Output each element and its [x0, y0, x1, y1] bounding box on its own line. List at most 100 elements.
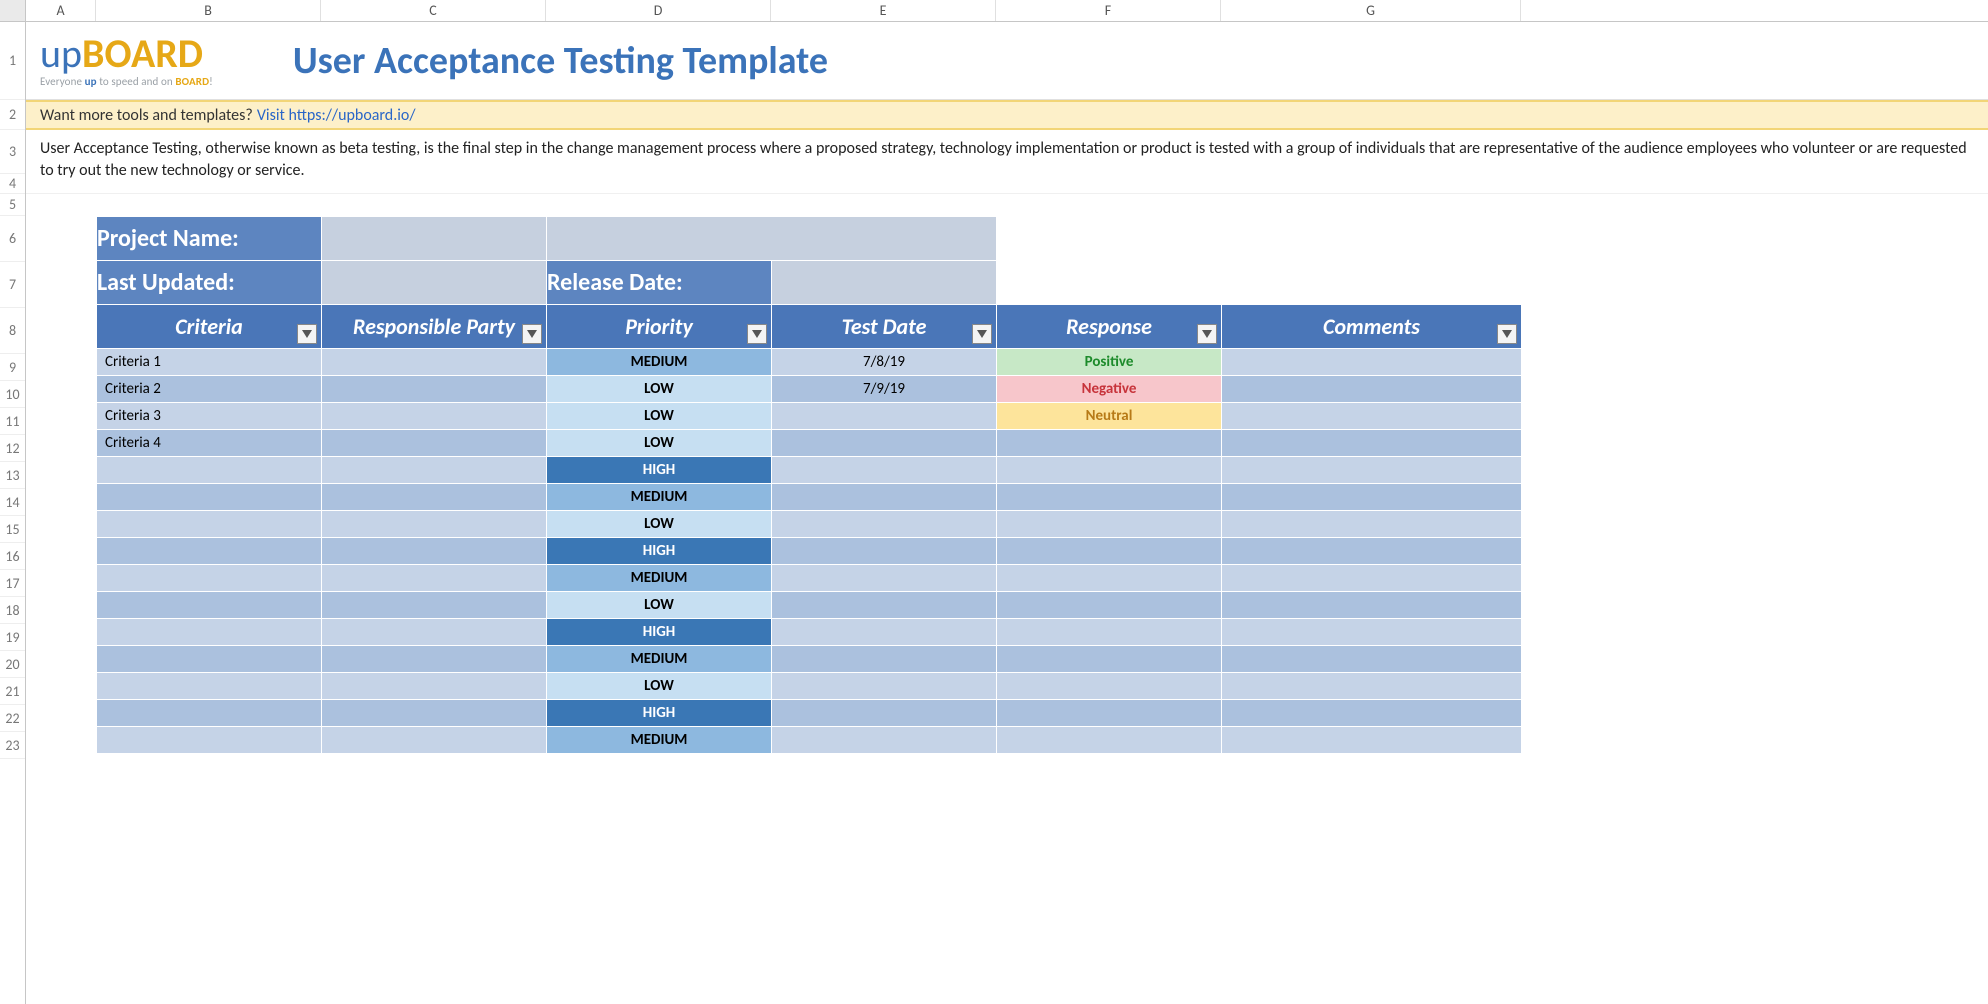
cell[interactable] — [322, 511, 547, 538]
row-header[interactable]: 16 — [0, 543, 25, 570]
filter-icon[interactable] — [522, 324, 542, 344]
row-header[interactable]: 14 — [0, 489, 25, 516]
priority-cell[interactable]: LOW — [547, 673, 772, 700]
cell[interactable] — [97, 565, 322, 592]
cell[interactable] — [97, 457, 322, 484]
th-testdate[interactable]: Test Date — [772, 305, 997, 349]
cell[interactable] — [772, 619, 997, 646]
response-cell[interactable] — [997, 700, 1222, 727]
cell[interactable]: 7/9/19 — [772, 376, 997, 403]
release-date-value[interactable] — [772, 261, 997, 305]
cell[interactable] — [1222, 619, 1522, 646]
row-header[interactable]: 21 — [0, 678, 25, 705]
col-header-C[interactable]: C — [321, 0, 546, 21]
cell[interactable] — [322, 619, 547, 646]
cell[interactable] — [1222, 430, 1522, 457]
cell[interactable] — [772, 538, 997, 565]
filter-icon[interactable] — [972, 324, 992, 344]
th-comments[interactable]: Comments — [1222, 305, 1522, 349]
response-cell[interactable] — [997, 727, 1222, 754]
th-criteria[interactable]: Criteria — [97, 305, 322, 349]
cell[interactable] — [322, 727, 547, 754]
response-cell[interactable] — [997, 484, 1222, 511]
filter-icon[interactable] — [297, 324, 317, 344]
cell[interactable] — [97, 484, 322, 511]
cell[interactable] — [322, 457, 547, 484]
cell[interactable] — [1222, 484, 1522, 511]
th-priority[interactable]: Priority — [547, 305, 772, 349]
response-cell[interactable] — [997, 673, 1222, 700]
response-cell[interactable] — [997, 646, 1222, 673]
col-header-B[interactable]: B — [96, 0, 321, 21]
row-header[interactable]: 15 — [0, 516, 25, 543]
cell[interactable] — [1222, 511, 1522, 538]
row-header[interactable]: 18 — [0, 597, 25, 624]
filter-icon[interactable] — [1497, 324, 1517, 344]
cell[interactable] — [322, 484, 547, 511]
cell[interactable] — [772, 646, 997, 673]
filter-icon[interactable] — [1197, 324, 1217, 344]
row-header[interactable]: 17 — [0, 570, 25, 597]
response-cell[interactable] — [997, 538, 1222, 565]
cell[interactable] — [322, 646, 547, 673]
priority-cell[interactable]: MEDIUM — [547, 484, 772, 511]
cell[interactable] — [1222, 349, 1522, 376]
response-cell[interactable] — [997, 457, 1222, 484]
cell[interactable] — [772, 565, 997, 592]
th-responsible[interactable]: Responsible Party — [322, 305, 547, 349]
cell[interactable] — [1222, 538, 1522, 565]
priority-cell[interactable]: MEDIUM — [547, 646, 772, 673]
row-header[interactable]: 19 — [0, 624, 25, 651]
cell[interactable]: Criteria 3 — [97, 403, 322, 430]
th-response[interactable]: Response — [997, 305, 1222, 349]
col-header-E[interactable]: E — [771, 0, 996, 21]
row-header[interactable]: 5 — [0, 194, 25, 216]
priority-cell[interactable]: LOW — [547, 430, 772, 457]
cell[interactable] — [1222, 403, 1522, 430]
cell[interactable] — [97, 592, 322, 619]
priority-cell[interactable]: LOW — [547, 376, 772, 403]
cell[interactable]: Criteria 4 — [97, 430, 322, 457]
row-header[interactable]: 10 — [0, 381, 25, 408]
row-header[interactable]: 1 — [0, 22, 25, 100]
cell[interactable] — [772, 430, 997, 457]
priority-cell[interactable]: MEDIUM — [547, 349, 772, 376]
project-name-value-ext[interactable] — [547, 217, 997, 261]
response-cell[interactable] — [997, 511, 1222, 538]
response-cell[interactable]: Neutral — [997, 403, 1222, 430]
cell[interactable] — [772, 592, 997, 619]
priority-cell[interactable]: LOW — [547, 592, 772, 619]
last-updated-value[interactable] — [322, 261, 547, 305]
cell[interactable] — [97, 727, 322, 754]
col-header-F[interactable]: F — [996, 0, 1221, 21]
priority-cell[interactable]: LOW — [547, 511, 772, 538]
select-all-corner[interactable] — [0, 0, 26, 21]
cell[interactable] — [1222, 646, 1522, 673]
response-cell[interactable] — [997, 619, 1222, 646]
cell[interactable] — [1222, 565, 1522, 592]
cell[interactable] — [322, 403, 547, 430]
row-header[interactable]: 2 — [0, 100, 25, 130]
cell[interactable]: Criteria 1 — [97, 349, 322, 376]
row-header[interactable]: 20 — [0, 651, 25, 678]
row-header[interactable]: 8 — [0, 308, 25, 354]
cell[interactable] — [97, 673, 322, 700]
response-cell[interactable] — [997, 565, 1222, 592]
cell[interactable] — [97, 538, 322, 565]
project-name-value[interactable] — [322, 217, 547, 261]
row-header[interactable]: 22 — [0, 705, 25, 732]
cell[interactable] — [772, 673, 997, 700]
cell[interactable] — [1222, 592, 1522, 619]
info-bar-link[interactable]: Visit https://upboard.io/ — [257, 106, 416, 125]
cell[interactable] — [322, 565, 547, 592]
row-header[interactable]: 6 — [0, 216, 25, 262]
cell[interactable] — [1222, 727, 1522, 754]
cell[interactable] — [772, 403, 997, 430]
cell[interactable] — [97, 646, 322, 673]
cell[interactable] — [322, 538, 547, 565]
priority-cell[interactable]: LOW — [547, 403, 772, 430]
cell[interactable] — [322, 673, 547, 700]
cell[interactable] — [322, 592, 547, 619]
col-header-A[interactable]: A — [26, 0, 96, 21]
cell[interactable] — [772, 727, 997, 754]
